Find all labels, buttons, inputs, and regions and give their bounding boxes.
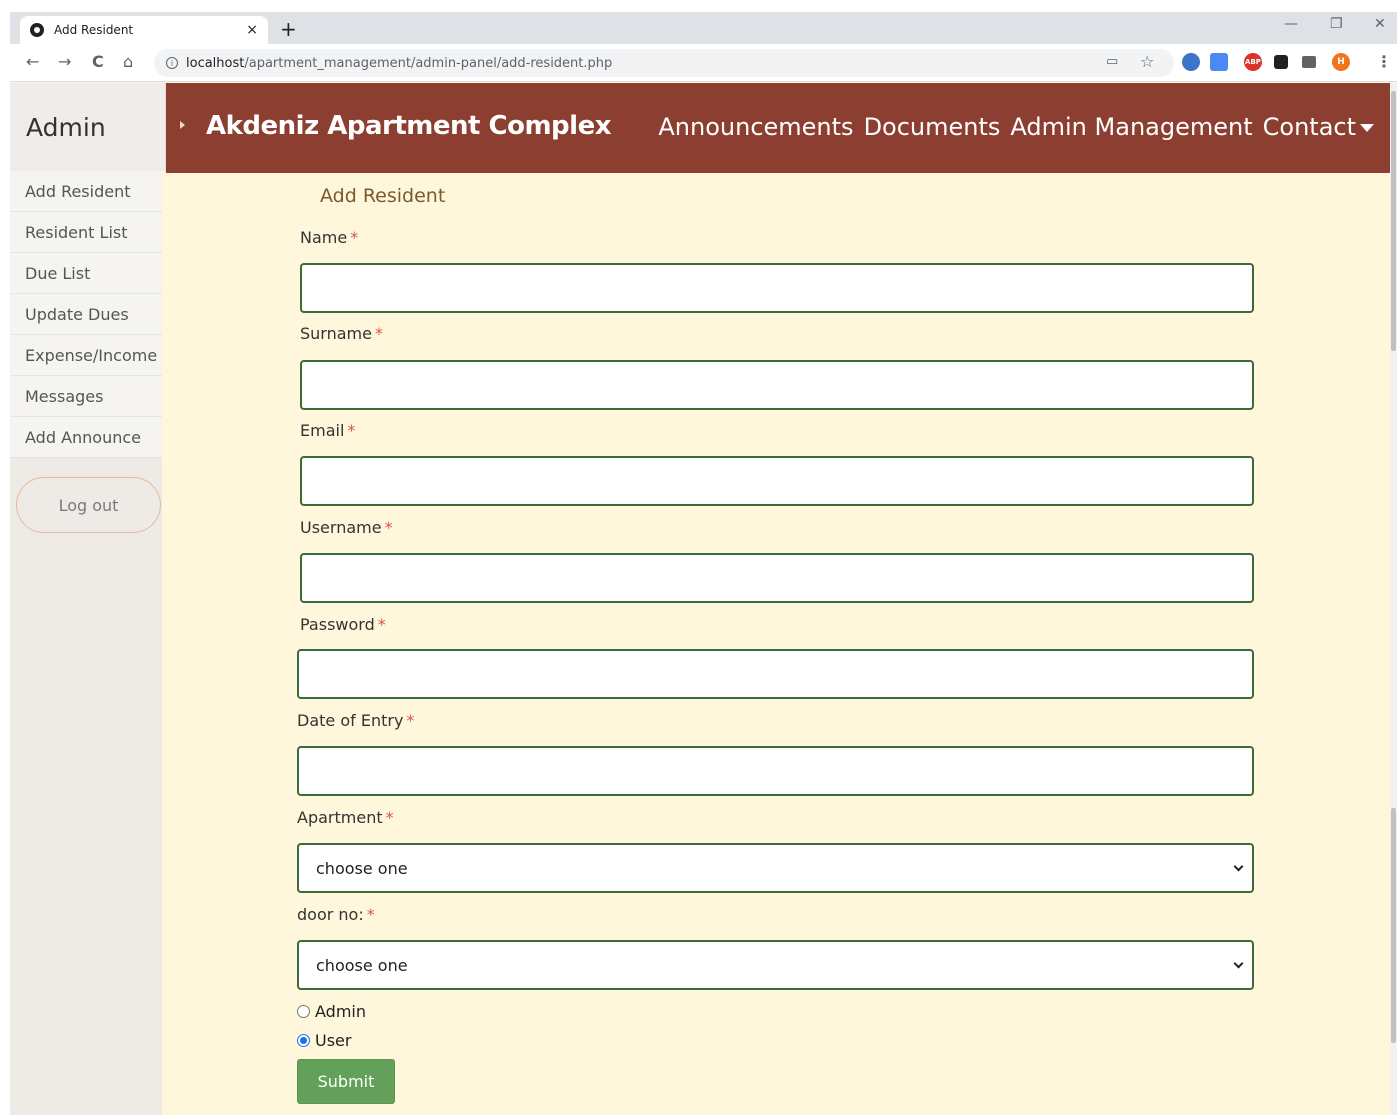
profile-avatar[interactable]: H: [1332, 53, 1350, 71]
apartment-label-text: Apartment: [297, 808, 383, 827]
role-user-option[interactable]: User: [297, 1031, 351, 1050]
minimize-button[interactable]: —: [1284, 16, 1298, 32]
adblock-icon[interactable]: ABP: [1244, 53, 1262, 71]
required-mark: *: [347, 421, 356, 440]
nav-documents[interactable]: Documents: [864, 113, 1001, 141]
web-page: Admin Add Resident Resident List Due Lis…: [10, 83, 1390, 1115]
url-host: localhost: [186, 55, 245, 71]
password-label: Password *: [300, 615, 386, 634]
sidebar: Admin Add Resident Resident List Due Lis…: [10, 83, 166, 1115]
add-resident-form: Add Resident Name * Surname * Email * Usern…: [162, 173, 1390, 1115]
globe-icon: [30, 23, 44, 37]
caret-right-icon[interactable]: [180, 121, 185, 129]
nav-admin-management[interactable]: Admin Management: [1010, 113, 1252, 141]
date-of-entry-label: Date of Entry *: [297, 711, 414, 730]
required-mark: *: [366, 905, 375, 924]
form-title: Add Resident: [320, 185, 446, 207]
sidebar-item-update-dues[interactable]: Update Dues: [10, 294, 166, 335]
menu-icon[interactable]: ⋮: [1376, 52, 1392, 71]
name-input[interactable]: [300, 263, 1254, 313]
sidebar-menu: Add Resident Resident List Due List Upda…: [10, 171, 166, 458]
new-tab-button[interactable]: +: [280, 17, 297, 41]
apartment-label: Apartment *: [297, 808, 394, 827]
address-bar[interactable]: i localhost/apartment_management/admin-p…: [154, 49, 1174, 77]
tab-close-icon[interactable]: ×: [246, 22, 258, 38]
door-no-label-text: door no:: [297, 905, 364, 924]
back-arrow-icon[interactable]: ←: [26, 52, 39, 71]
submit-button[interactable]: Submit: [297, 1059, 395, 1104]
required-mark: *: [374, 324, 383, 343]
door-no-label: door no: *: [297, 905, 375, 924]
required-mark: *: [350, 228, 359, 247]
required-mark: *: [377, 615, 386, 634]
role-admin-radio[interactable]: [297, 1005, 310, 1018]
username-input[interactable]: [300, 553, 1254, 603]
username-label: Username *: [300, 518, 393, 537]
date-of-entry-label-text: Date of Entry: [297, 711, 404, 730]
scrollbar-thumb[interactable]: [1391, 91, 1396, 351]
nav-contact-label: Contact: [1262, 113, 1356, 141]
browser-toolbar: ← → C ⌂ i localhost/apartment_management…: [10, 44, 1397, 82]
reload-icon[interactable]: C: [92, 52, 104, 71]
door-no-selected-value: choose one: [316, 955, 408, 975]
browser-window: Add Resident × + — ❐ ✕ ← → C ⌂ i localho…: [10, 12, 1397, 1115]
apartment-select[interactable]: choose one: [297, 843, 1254, 893]
url-path: /apartment_management/admin-panel/add-re…: [244, 55, 613, 71]
password-label-text: Password: [300, 615, 375, 634]
page-scrollbar[interactable]: [1390, 83, 1397, 1115]
required-mark: *: [384, 518, 393, 537]
sidebar-item-expense-income[interactable]: Expense/Income: [10, 335, 166, 376]
scrollbar-thumb-lower[interactable]: [1391, 808, 1396, 1043]
sidebar-item-due-list[interactable]: Due List: [10, 253, 166, 294]
translate-icon[interactable]: [1210, 53, 1228, 71]
tab-title: Add Resident: [54, 23, 134, 37]
username-label-text: Username: [300, 518, 382, 537]
logout-button[interactable]: Log out: [16, 477, 161, 533]
sidebar-item-add-resident[interactable]: Add Resident: [10, 171, 166, 212]
email-input[interactable]: [300, 456, 1254, 506]
door-no-select[interactable]: choose one: [297, 940, 1254, 990]
surname-label-text: Surname: [300, 324, 372, 343]
window-close-button[interactable]: ✕: [1374, 16, 1386, 32]
cast-icon[interactable]: ▭: [1106, 54, 1118, 69]
role-user-label: User: [315, 1031, 352, 1050]
apartment-selected-value: choose one: [316, 858, 408, 878]
nav-announcements[interactable]: Announcements: [658, 113, 853, 141]
role-admin-label: Admin: [315, 1002, 366, 1021]
name-label-text: Name: [300, 228, 348, 247]
caret-down-icon: [1360, 124, 1374, 132]
email-label: Email *: [300, 421, 355, 440]
name-label: Name *: [300, 228, 358, 247]
surname-input[interactable]: [300, 360, 1254, 410]
top-nav: Announcements Documents Admin Management…: [658, 113, 1374, 141]
sidebar-item-resident-list[interactable]: Resident List: [10, 212, 166, 253]
required-mark: *: [406, 711, 415, 730]
email-label-text: Email: [300, 421, 345, 440]
restore-button[interactable]: ❐: [1330, 16, 1343, 32]
role-admin-option[interactable]: Admin: [297, 1002, 366, 1021]
sidebar-item-messages[interactable]: Messages: [10, 376, 166, 417]
chevron-down-icon: [1233, 958, 1244, 968]
puzzle-icon[interactable]: [1274, 55, 1288, 69]
site-title[interactable]: Akdeniz Apartment Complex: [206, 111, 611, 141]
chevron-down-icon: [1233, 861, 1244, 871]
surname-label: Surname *: [300, 324, 383, 343]
info-icon[interactable]: i: [166, 57, 178, 69]
nav-contact[interactable]: Contact: [1263, 113, 1374, 141]
sidebar-item-add-announce[interactable]: Add Announce: [10, 417, 166, 458]
reading-list-icon[interactable]: [1302, 56, 1316, 68]
role-user-radio[interactable]: [297, 1034, 310, 1047]
top-navbar: Akdeniz Apartment Complex Announcements …: [166, 83, 1390, 173]
sidebar-brand: Admin: [10, 83, 166, 171]
forward-arrow-icon[interactable]: →: [58, 52, 71, 71]
password-input[interactable]: [297, 649, 1254, 699]
extension-icon[interactable]: [1182, 53, 1200, 71]
required-mark: *: [385, 808, 394, 827]
browser-tab[interactable]: Add Resident ×: [20, 16, 268, 44]
bookmark-star-icon[interactable]: ☆: [1140, 52, 1154, 71]
date-of-entry-input[interactable]: [297, 746, 1254, 796]
home-icon[interactable]: ⌂: [123, 52, 133, 71]
tab-strip: Add Resident × + — ❐ ✕: [10, 12, 1397, 44]
